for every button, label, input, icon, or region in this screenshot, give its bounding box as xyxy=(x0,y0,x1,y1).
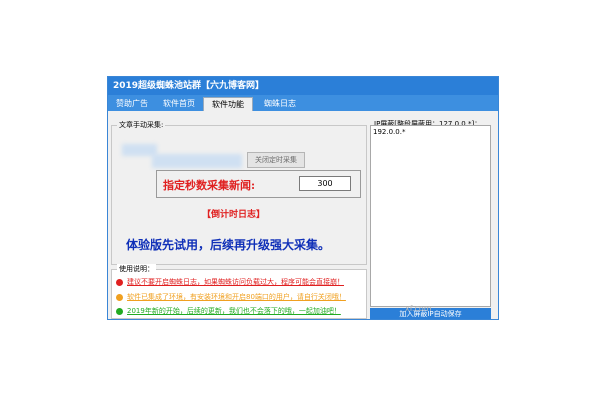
instructions-box: 使用说明： 建议不要开启蜘蛛日志，如果蜘蛛访问负载过大，程序可能会直接崩！ 软件… xyxy=(111,264,367,319)
interval-box: 指定秒数采集新闻: 300 xyxy=(156,170,361,198)
tab-software-home[interactable]: 软件首页 xyxy=(158,97,200,111)
instructions-label: 使用说明： xyxy=(117,264,156,274)
tab-software-features[interactable]: 软件功能 xyxy=(203,97,253,111)
tab-spider-log[interactable]: 蜘蛛日志 xyxy=(256,97,304,111)
countdown-log-label: 【倒计时日志】 xyxy=(202,210,266,220)
interval-input[interactable]: 300 xyxy=(299,176,351,191)
green-dot-icon xyxy=(116,308,123,315)
orange-dot-icon xyxy=(116,294,123,301)
collect-group-label: 文章手动采集: xyxy=(117,120,166,130)
ip-block-value: 192.0.0.* xyxy=(373,128,406,136)
stop-timer-button[interactable]: 关闭定时采集 xyxy=(247,152,305,168)
instruction-item: 软件已集成了环境，有安装环境和开启80端口的用户，请自行关闭哦！ xyxy=(116,292,346,303)
interval-label: 指定秒数采集新闻: xyxy=(163,179,256,192)
tab-bar: 赞助广告 软件首页 软件功能 蜘蛛日志 xyxy=(108,95,498,111)
app-window: 2019超级蜘蛛池站群【六九博客网】 赞助广告 软件首页 软件功能 蜘蛛日志 文… xyxy=(107,76,499,320)
instruction-item: 建议不要开启蜘蛛日志，如果蜘蛛访问负载过大，程序可能会直接崩！ xyxy=(116,277,344,288)
blurred-region xyxy=(152,154,242,168)
window-title: 2019超级蜘蛛池站群【六九博客网】 xyxy=(108,77,498,95)
red-dot-icon xyxy=(116,279,123,286)
tab-sponsor-ads[interactable]: 赞助广告 xyxy=(111,97,153,111)
ip-block-textarea[interactable]: 192.0.0.* xyxy=(370,125,491,307)
watermark: xf.com xyxy=(405,304,432,313)
instruction-item: 2019年新的开始，后续的更新，我们也不会落下的哦，一起加油吧！ xyxy=(116,306,341,317)
trial-notice: 体验版先试用，后续再升级强大采集。 xyxy=(126,238,331,252)
